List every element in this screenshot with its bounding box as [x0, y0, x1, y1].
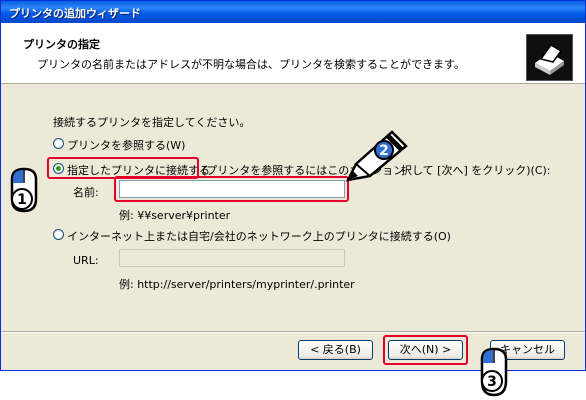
radio-browse-label[interactable]: プリンタを参照する(W) — [67, 137, 185, 153]
printer-icon — [526, 34, 573, 81]
wizard-header: プリンタの指定 プリンタの名前またはアドレスが不明な場合は、プリンタを検索するこ… — [1, 23, 585, 84]
step3-mouse-icon: 3 — [474, 347, 514, 399]
wizard-window: プリンタの追加ウィザード プリンタの指定 プリンタの名前またはアドレスが不明な場… — [0, 0, 586, 371]
divider — [1, 331, 585, 333]
title-bar[interactable]: プリンタの追加ウィザード — [1, 1, 585, 23]
prompt-text: 接続するプリンタを指定してください。 — [53, 116, 251, 129]
url-example: 例: http://server/printers/myprinter/.pri… — [119, 278, 355, 291]
radio-connect-specified-hint-tail: 択して [次へ] をクリック)(C): — [401, 164, 551, 177]
window-title: プリンタの追加ウィザード — [9, 7, 141, 20]
radio-internet[interactable] — [53, 229, 64, 240]
step1-mouse-icon: 1 — [6, 165, 46, 217]
header-title: プリンタの指定 — [23, 38, 100, 51]
name-example: 例: ¥¥server¥printer — [119, 209, 231, 222]
url-input[interactable] — [119, 249, 345, 267]
back-button[interactable]: < 戻る(B) — [298, 340, 373, 360]
step3-number: 3 — [487, 374, 497, 390]
step2-number: 2 — [379, 143, 389, 159]
radio-internet-label[interactable]: インターネット上または自宅/会社のネットワーク上のプリンタに接続する(O) — [67, 228, 451, 244]
radio-browse[interactable] — [53, 138, 64, 149]
step1-number: 1 — [17, 192, 27, 208]
highlight-next-button — [383, 335, 468, 365]
name-label: 名前: — [73, 186, 99, 199]
step2-pen-icon: 2 — [340, 126, 412, 186]
highlight-name-input — [114, 176, 349, 202]
header-subtitle: プリンタの名前またはアドレスが不明な場合は、プリンタを検索することができます。 — [37, 58, 465, 71]
url-label: URL: — [73, 254, 99, 267]
